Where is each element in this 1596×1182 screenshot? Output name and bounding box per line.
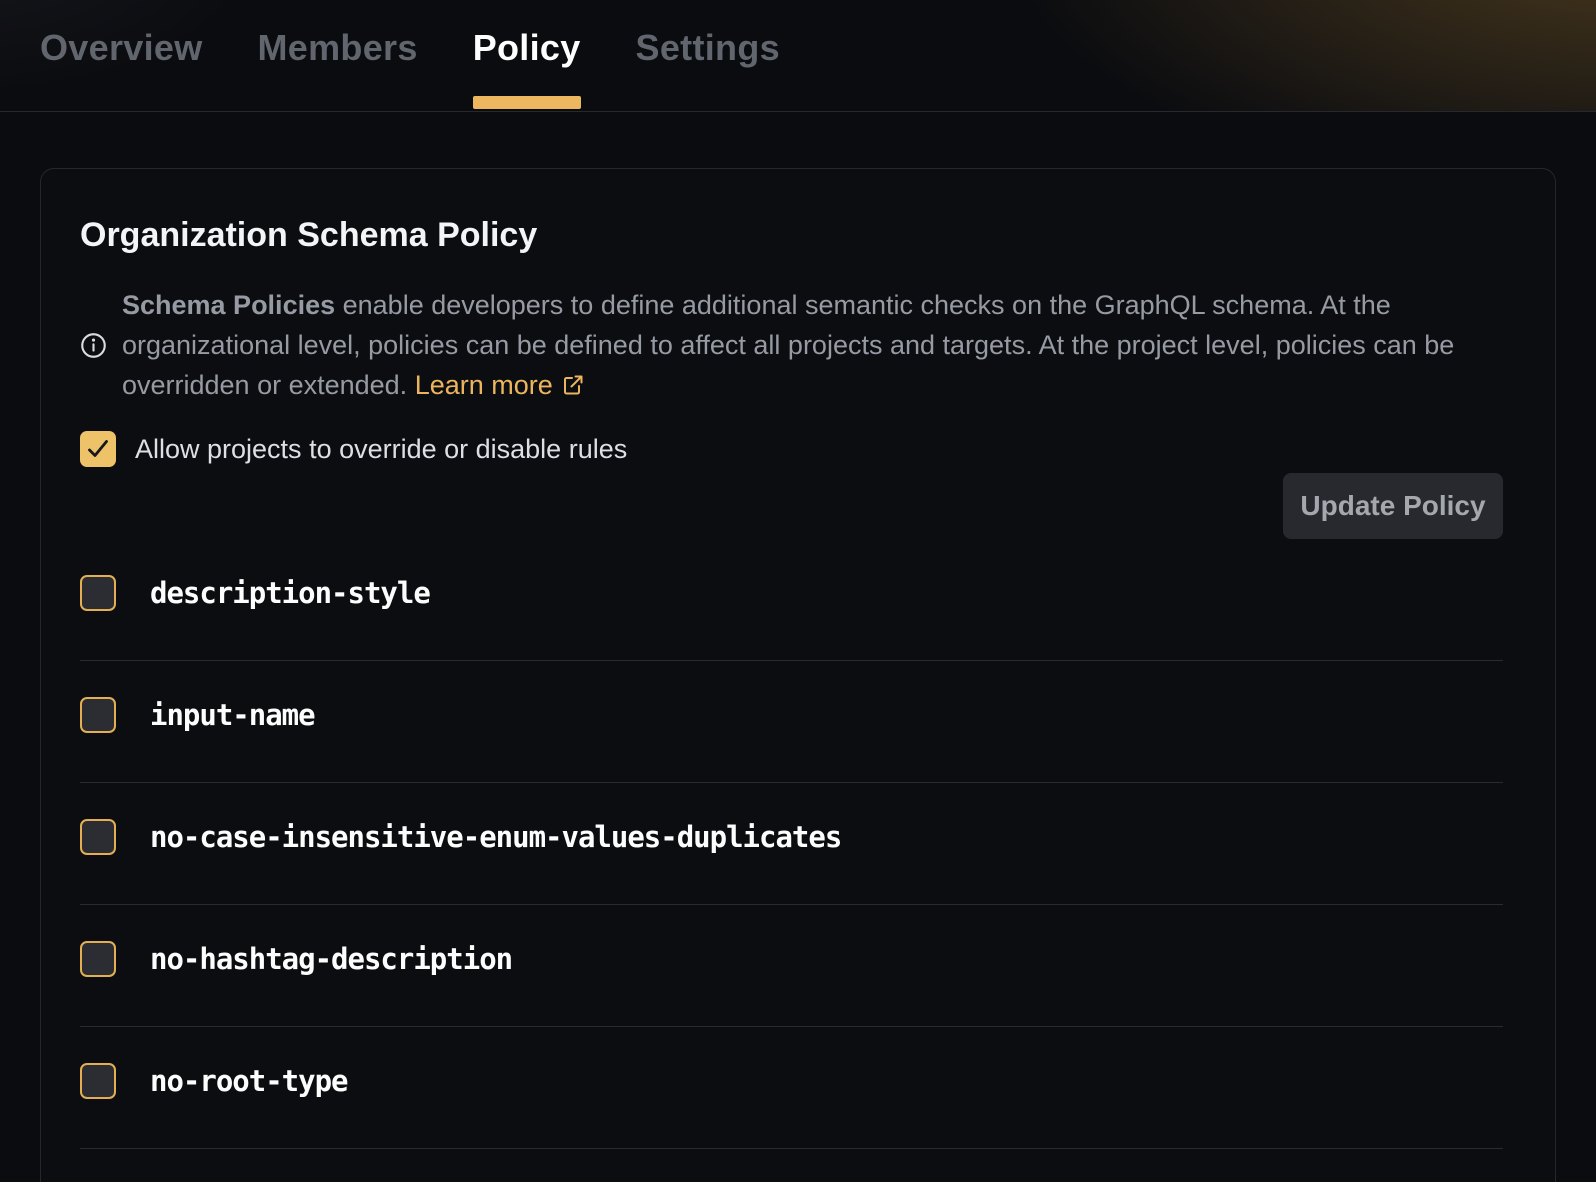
learn-more-link[interactable]: Learn more <box>415 370 585 400</box>
policy-info-lead: Schema Policies <box>122 290 335 320</box>
rule-row-no-root-type: no-root-type <box>80 1027 1503 1149</box>
rule-checkbox-input-name[interactable] <box>80 697 116 733</box>
allow-override-checkbox[interactable] <box>80 431 116 467</box>
update-policy-button[interactable]: Update Policy <box>1283 473 1503 539</box>
info-circle-icon <box>80 332 107 359</box>
policy-info-callout: Schema Policies enable developers to def… <box>80 285 1503 405</box>
button-row: Update Policy <box>80 473 1503 539</box>
rule-row-description-style: description-style <box>80 539 1503 661</box>
allow-override-label: Allow projects to override or disable ru… <box>135 434 627 465</box>
rule-name: description-style <box>150 576 430 610</box>
tab-members-label: Members <box>258 27 418 68</box>
rule-checkbox-no-hashtag-description[interactable] <box>80 941 116 977</box>
tab-policy-label: Policy <box>473 27 581 68</box>
rules-list: description-style input-name no-case-ins… <box>80 539 1503 1149</box>
tab-members[interactable]: Members <box>258 0 418 111</box>
rule-name: no-root-type <box>150 1064 348 1098</box>
rule-checkbox-no-case-insensitive-enum-values-duplicates[interactable] <box>80 819 116 855</box>
tab-overview-label: Overview <box>40 27 203 68</box>
tab-policy[interactable]: Policy <box>473 0 581 111</box>
active-tab-indicator <box>473 96 581 109</box>
page-title: Organization Schema Policy <box>80 215 1503 255</box>
tab-settings[interactable]: Settings <box>636 0 780 111</box>
checkmark-icon <box>85 436 111 462</box>
rule-name: no-hashtag-description <box>150 942 512 976</box>
tab-overview[interactable]: Overview <box>40 0 203 111</box>
rule-checkbox-description-style[interactable] <box>80 575 116 611</box>
tab-bar: Overview Members Policy Settings <box>0 0 1596 111</box>
rule-row-no-hashtag-description: no-hashtag-description <box>80 905 1503 1027</box>
rule-row-input-name: input-name <box>80 661 1503 783</box>
tab-settings-label: Settings <box>636 27 780 68</box>
rule-name: input-name <box>150 698 315 732</box>
policy-info-text: Schema Policies enable developers to def… <box>122 285 1498 405</box>
policy-card: Organization Schema Policy Schema Polici… <box>40 168 1556 1182</box>
allow-override-checkbox-row[interactable]: Allow projects to override or disable ru… <box>80 431 1503 467</box>
learn-more-label: Learn more <box>415 370 553 400</box>
rule-name: no-case-insensitive-enum-values-duplicat… <box>150 820 841 854</box>
rule-row-no-case-insensitive-enum-values-duplicates: no-case-insensitive-enum-values-duplicat… <box>80 783 1503 905</box>
external-link-icon <box>561 373 585 397</box>
header: Overview Members Policy Settings <box>0 0 1596 112</box>
rule-checkbox-no-root-type[interactable] <box>80 1063 116 1099</box>
